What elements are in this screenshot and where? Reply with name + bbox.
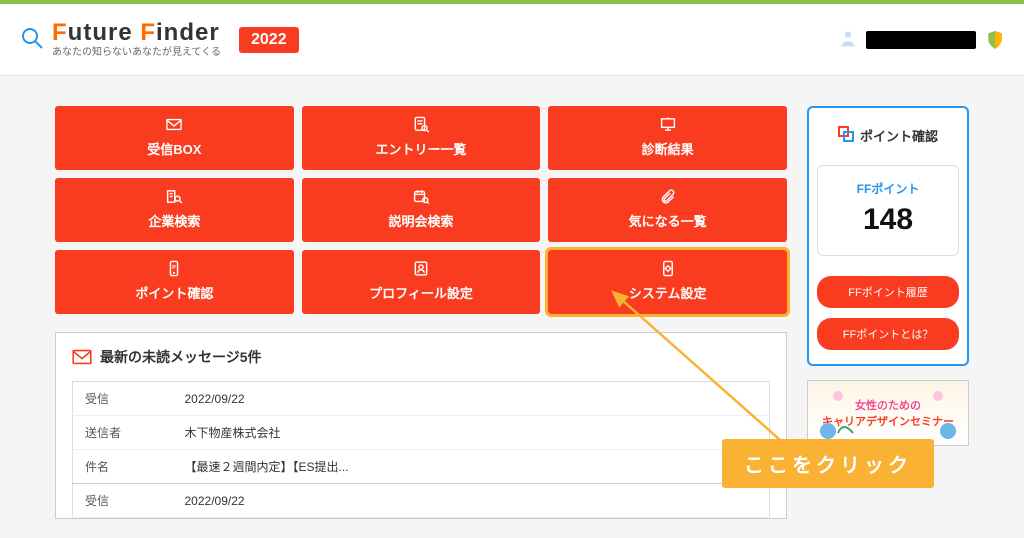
points-history-button[interactable]: FFポイント履歴 — [817, 276, 959, 308]
calendar-search-icon — [408, 188, 434, 205]
paperclip-icon — [655, 188, 681, 205]
tile-company-search[interactable]: 企業検索 — [55, 178, 294, 242]
table-row[interactable]: 受信2022/09/22 — [73, 484, 770, 518]
points-panel: ポイント確認 FFポイント 148 FFポイント履歴 FFポイントとは？ — [807, 106, 969, 366]
tile-label: ポイント確認 — [135, 283, 213, 302]
logo-icon — [20, 26, 44, 53]
messages-title: 最新の未読メッセージ5件 — [100, 347, 262, 367]
year-badge: 2022 — [239, 27, 299, 53]
logo-tagline: あなたの知らないあなたが見えてくる — [52, 48, 221, 58]
shield-icon[interactable] — [986, 29, 1004, 51]
table-row[interactable]: 受信2022/09/22 — [73, 382, 770, 416]
user-name-redacted — [866, 31, 976, 49]
points-about-button[interactable]: FFポイントとは？ — [817, 318, 959, 350]
points-label: FFポイント — [818, 180, 958, 197]
svg-text:P: P — [172, 265, 176, 271]
tile-diagnosis[interactable]: 診断結果 — [548, 106, 787, 170]
tile-label: 診断結果 — [642, 139, 694, 158]
logo-area[interactable]: Future Finder あなたの知らないあなたが見えてくる 2022 — [20, 21, 299, 58]
tile-label: 受信BOX — [147, 139, 201, 158]
tile-label: システム設定 — [629, 283, 707, 302]
mobile-gear-icon — [655, 260, 681, 277]
tile-label: 企業検索 — [148, 211, 200, 230]
presentation-icon — [655, 116, 681, 133]
user-menu[interactable] — [838, 28, 976, 51]
messages-header: 最新の未読メッセージ5件 — [72, 347, 770, 381]
points-value: 148 — [818, 203, 958, 237]
messages-table: 受信2022/09/22 送信者木下物産株式会社 件名【最速２週間内定】【ES提… — [72, 381, 770, 518]
table-row[interactable]: 送信者木下物産株式会社 — [73, 416, 770, 450]
document-search-icon — [408, 116, 434, 133]
tile-profile-settings[interactable]: プロフィール設定 — [302, 250, 541, 314]
tile-label: エントリー一覧 — [375, 139, 466, 158]
points-card: FFポイント 148 — [817, 165, 959, 256]
building-search-icon — [161, 188, 187, 205]
points-square-icon — [838, 126, 854, 145]
mail-icon — [72, 349, 92, 365]
tile-label: 説明会検索 — [388, 211, 453, 230]
tile-inbox[interactable]: 受信BOX — [55, 106, 294, 170]
tile-points[interactable]: P ポイント確認 — [55, 250, 294, 314]
header-bar: Future Finder あなたの知らないあなたが見えてくる 2022 — [0, 4, 1024, 76]
table-row[interactable]: 件名【最速２週間内定】【ES提出... — [73, 450, 770, 484]
profile-icon — [408, 260, 434, 277]
mobile-point-icon: P — [161, 260, 187, 277]
tile-label: プロフィール設定 — [369, 283, 473, 302]
nav-tile-grid: 受信BOX エントリー一覧 診断結果 企業検索 説明会検索 気になる一覧 — [55, 106, 787, 314]
tile-favorites[interactable]: 気になる一覧 — [548, 178, 787, 242]
user-icon — [838, 28, 858, 51]
mail-icon — [161, 116, 187, 133]
annotation-callout: ここをクリック — [722, 439, 934, 488]
tile-system-settings[interactable]: システム設定 — [548, 250, 787, 314]
tile-entry-list[interactable]: エントリー一覧 — [302, 106, 541, 170]
logo-text: Future Finder あなたの知らないあなたが見えてくる — [52, 21, 221, 58]
points-title: ポイント確認 — [860, 126, 938, 145]
tile-seminar-search[interactable]: 説明会検索 — [302, 178, 541, 242]
seminar-banner[interactable]: 女性のための キャリアデザインセミナー — [807, 380, 969, 446]
tile-label: 気になる一覧 — [629, 211, 707, 230]
unread-messages-panel: 最新の未読メッセージ5件 受信2022/09/22 送信者木下物産株式会社 件名… — [55, 332, 787, 519]
